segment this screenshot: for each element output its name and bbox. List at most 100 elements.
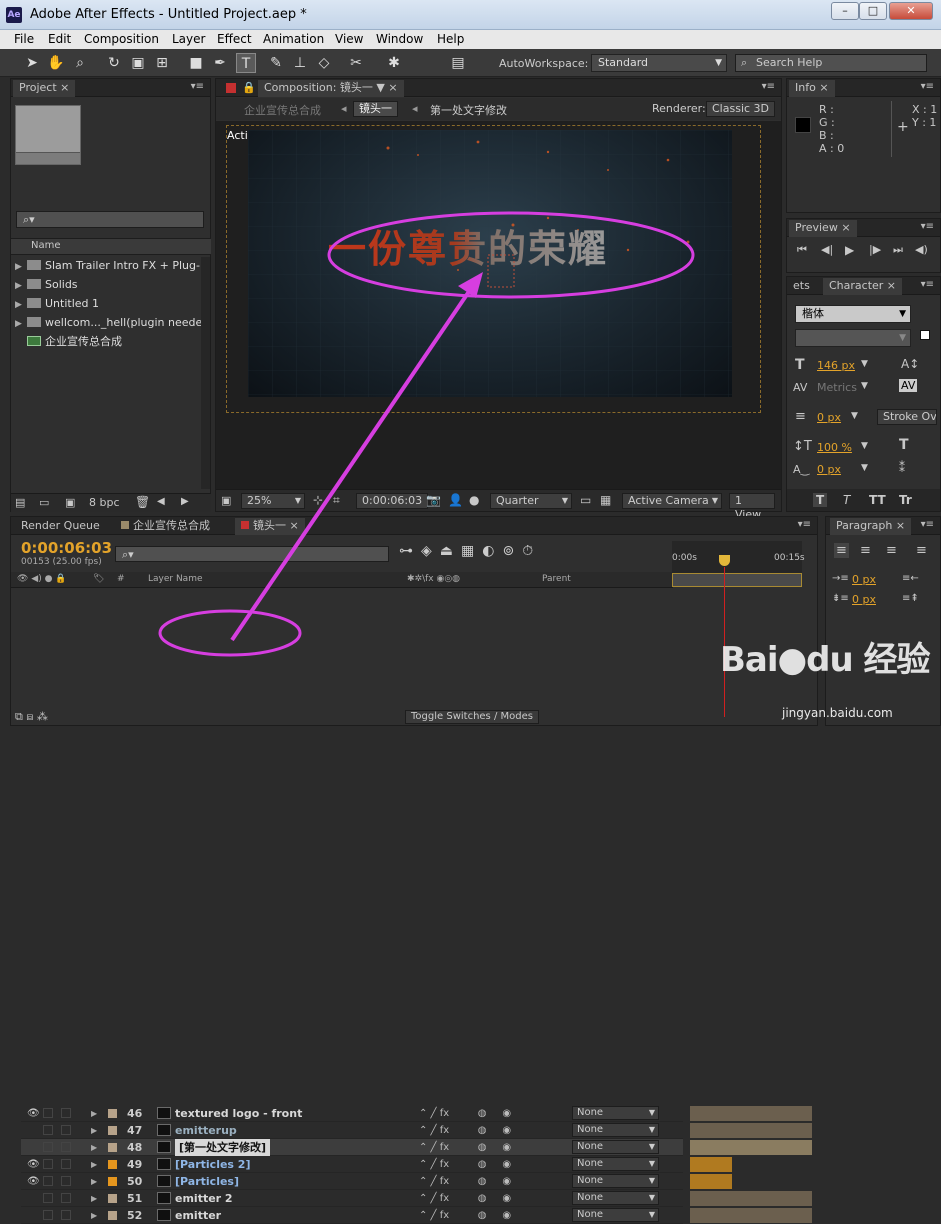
tab-info[interactable]: Info × bbox=[789, 80, 835, 97]
panel-menu-icon[interactable]: ▾≡ bbox=[798, 519, 811, 530]
tab-composition[interactable]: Composition: 镜头一 ▼ × bbox=[258, 80, 404, 97]
layer-name[interactable]: emitter bbox=[175, 1207, 221, 1224]
menu-edit[interactable]: Edit bbox=[48, 32, 71, 46]
font-size-value[interactable]: 146 px bbox=[817, 359, 855, 372]
visibility-eye-icon[interactable]: 👁 bbox=[27, 1156, 40, 1173]
project-search-input[interactable]: ⌕▾ bbox=[16, 211, 204, 228]
table-row[interactable]: ▶ 48 [第一处文字修改] ⌃ ╱ fx ◍ ◉ None ▼ bbox=[21, 1139, 683, 1156]
parent-dropdown[interactable]: None ▼ bbox=[572, 1123, 659, 1137]
breadcrumb-parent[interactable]: 企业宣传总合成 bbox=[244, 102, 321, 118]
lock-panel-icon[interactable] bbox=[226, 83, 236, 93]
layer-switches[interactable]: ⌃ ╱ fx ◍ ◉ bbox=[419, 1105, 511, 1122]
baseline-shift-value[interactable]: 0 px bbox=[817, 463, 841, 476]
parent-dropdown[interactable]: None ▼ bbox=[572, 1191, 659, 1205]
menu-view[interactable]: View bbox=[335, 32, 363, 46]
tab-project[interactable]: Project × bbox=[13, 80, 76, 97]
time-ruler[interactable]: 0:00s 00:15s bbox=[672, 541, 805, 587]
small-caps-button[interactable]: Tr bbox=[899, 493, 912, 507]
solo-checkbox[interactable] bbox=[43, 1159, 53, 1169]
play-icon[interactable]: ▶ bbox=[845, 243, 854, 257]
search-help-input[interactable]: ⌕ Search Help bbox=[735, 54, 927, 72]
expand-layer-icon[interactable]: ▶ bbox=[91, 1190, 97, 1207]
table-row[interactable]: ▶ 51 emitter 2 ⌃ ╱ fx ◍ ◉ None ▼ bbox=[21, 1190, 683, 1207]
layer-label-color[interactable] bbox=[108, 1211, 117, 1220]
menu-layer[interactable]: Layer bbox=[172, 32, 205, 46]
vertical-scale-value[interactable]: 100 % bbox=[817, 441, 852, 454]
layer-label-color[interactable] bbox=[108, 1194, 117, 1203]
layer-duration-bar[interactable] bbox=[690, 1191, 812, 1206]
table-row[interactable]: 👁 ▶ 50 [Particles] ⌃ ╱ fx ◍ ◉ None ▼ bbox=[21, 1173, 683, 1190]
breadcrumb-current[interactable]: 镜头一 bbox=[353, 101, 398, 117]
first-line-indent-value[interactable]: 0 px bbox=[852, 593, 876, 606]
minimize-button[interactable]: – bbox=[831, 2, 859, 20]
layer-label-color[interactable] bbox=[108, 1177, 117, 1186]
panel-menu-icon[interactable]: ▾≡ bbox=[762, 81, 775, 92]
indent-left-value[interactable]: 0 px bbox=[852, 573, 876, 586]
layer-duration-bar[interactable] bbox=[690, 1106, 812, 1121]
parent-dropdown[interactable]: None ▼ bbox=[572, 1157, 659, 1171]
layer-name[interactable]: emitterup bbox=[175, 1122, 237, 1139]
zoom-tool-icon[interactable]: ⌕ bbox=[70, 53, 90, 73]
layer-switches[interactable]: ⌃ ╱ fx ◍ ◉ bbox=[419, 1190, 511, 1207]
bpc-label[interactable]: 8 bpc bbox=[89, 496, 120, 509]
parent-dropdown[interactable]: None ▼ bbox=[572, 1174, 659, 1188]
scroll-right-icon[interactable]: ▶ bbox=[181, 496, 189, 507]
last-frame-icon[interactable]: ⏭ bbox=[893, 243, 903, 257]
zoom-dropdown[interactable]: 25% ▼ bbox=[241, 493, 305, 509]
layer-duration-bar[interactable] bbox=[690, 1208, 812, 1223]
region-of-interest-icon[interactable]: ▭ bbox=[580, 493, 591, 507]
stroke-mode-dropdown[interactable]: Stroke Ov bbox=[877, 409, 937, 425]
tab-comp-main[interactable]: 企业宣传总合成 bbox=[115, 518, 216, 535]
interpret-footage-icon[interactable]: ▤ bbox=[15, 496, 25, 509]
comp-mini-flowchart-icon[interactable]: ⊶ bbox=[399, 543, 421, 559]
camera-tool-icon[interactable]: ▣ bbox=[128, 53, 148, 73]
chevron-down-icon[interactable]: ▼ bbox=[861, 359, 868, 369]
maximize-button[interactable]: □ bbox=[859, 2, 887, 20]
brush-tool-icon[interactable]: ✎ bbox=[266, 53, 286, 73]
panel-menu-icon[interactable]: ▾≡ bbox=[921, 519, 934, 530]
layer-label-color[interactable] bbox=[108, 1109, 117, 1118]
layer-label-color[interactable] bbox=[108, 1160, 117, 1169]
clone-stamp-tool-icon[interactable]: ⊥ bbox=[290, 53, 310, 73]
table-row[interactable]: 👁 ▶ 49 [Particles 2] ⌃ ╱ fx ◍ ◉ None ▼ bbox=[21, 1156, 683, 1173]
lock-checkbox[interactable] bbox=[61, 1193, 71, 1203]
parent-dropdown[interactable]: None ▼ bbox=[572, 1208, 659, 1222]
layer-switches[interactable]: ⌃ ╱ fx ◍ ◉ bbox=[419, 1122, 511, 1139]
frame-blending-icon[interactable]: ▦ bbox=[461, 543, 482, 559]
expand-layer-icon[interactable]: ▶ bbox=[91, 1173, 97, 1190]
align-right-icon[interactable]: ≡ bbox=[886, 543, 897, 558]
expand-layer-icon[interactable]: ▶ bbox=[91, 1105, 97, 1122]
grid-icon[interactable]: ⊹ bbox=[313, 493, 323, 507]
layer-name[interactable]: [Particles] bbox=[175, 1173, 239, 1190]
menu-composition[interactable]: Composition bbox=[84, 32, 159, 46]
panel-menu-icon[interactable]: ▾≡ bbox=[191, 81, 204, 92]
workspace-panel-icon[interactable]: ▤ bbox=[448, 53, 468, 73]
menu-file[interactable]: File bbox=[14, 32, 34, 46]
faux-bold-button[interactable]: T bbox=[813, 493, 828, 507]
visibility-eye-icon[interactable]: 👁 bbox=[27, 1105, 40, 1122]
table-row[interactable]: ▶ 52 emitter ⌃ ╱ fx ◍ ◉ None ▼ bbox=[21, 1207, 683, 1224]
justify-icon[interactable]: ≡ bbox=[916, 543, 927, 558]
list-item[interactable]: ▶ Slam Trailer Intro FX + Plug-i bbox=[15, 256, 207, 275]
toggle-switches-modes-button[interactable]: Toggle Switches / Modes bbox=[405, 710, 539, 724]
lock-checkbox[interactable] bbox=[61, 1108, 71, 1118]
new-composition-icon[interactable]: ▣ bbox=[65, 496, 75, 509]
list-item[interactable]: ▶ Solids bbox=[15, 275, 207, 294]
layer-name[interactable]: [第一处文字修改] bbox=[175, 1139, 271, 1156]
lock-checkbox[interactable] bbox=[61, 1210, 71, 1220]
layer-switches[interactable]: ⌃ ╱ fx ◍ ◉ bbox=[419, 1207, 511, 1224]
parent-dropdown[interactable]: None ▼ bbox=[572, 1140, 659, 1154]
menu-effect[interactable]: Effect bbox=[217, 32, 252, 46]
chevron-down-icon[interactable]: ▼ bbox=[861, 441, 868, 451]
hand-tool-icon[interactable]: ✋ bbox=[46, 53, 66, 73]
fill-color-swatch[interactable] bbox=[920, 330, 930, 340]
3d-view-dropdown[interactable]: Active Camera ▼ bbox=[622, 493, 722, 509]
layer-duration-bar[interactable] bbox=[690, 1157, 732, 1172]
lock-icon[interactable]: 🔒 bbox=[242, 81, 256, 94]
panel-menu-icon[interactable]: ▾≡ bbox=[921, 81, 934, 92]
tab-paragraph[interactable]: Paragraph × bbox=[830, 518, 912, 535]
tab-comp-shot1[interactable]: 镜头一 × bbox=[235, 518, 305, 535]
draft-3d-icon[interactable]: ◈ bbox=[421, 543, 440, 559]
hide-shy-layers-icon[interactable]: ⏏ bbox=[440, 543, 461, 559]
chevron-down-icon[interactable]: ▼ bbox=[851, 411, 858, 421]
